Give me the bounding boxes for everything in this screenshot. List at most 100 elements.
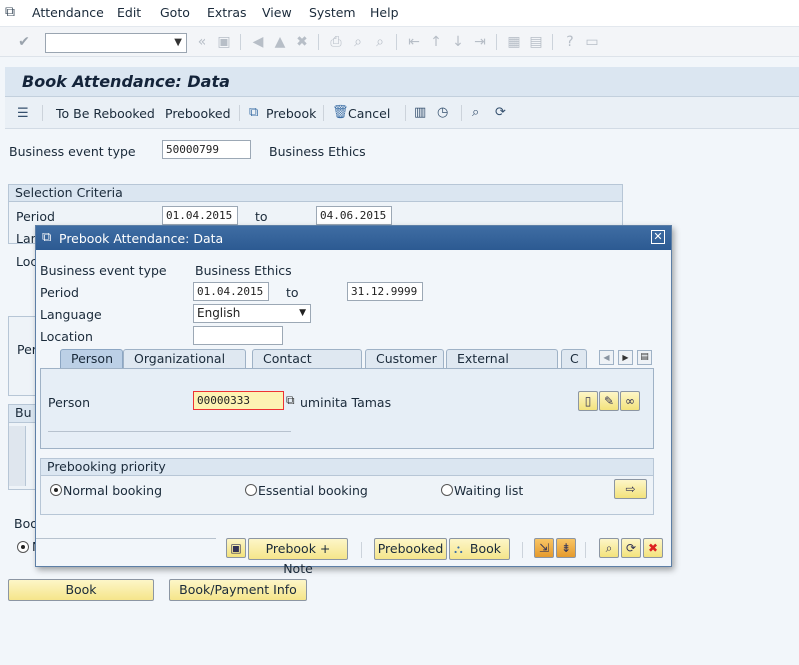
menu-extras[interactable]: Extras: [207, 5, 247, 20]
transfer-icon[interactable]: ⇨: [614, 479, 647, 499]
tab-organizational-unit[interactable]: Organizational unit: [123, 349, 246, 384]
book-button[interactable]: ⛬ Book: [449, 538, 510, 560]
list-icon[interactable]: ☰: [17, 106, 29, 121]
period-from-field[interactable]: 01.04.2015: [162, 206, 238, 225]
clock-icon[interactable]: ◷: [437, 105, 448, 120]
chevron-down-icon[interactable]: ▼: [299, 305, 306, 322]
tab-scroll-left-icon[interactable]: ◀: [599, 350, 614, 365]
find-icon[interactable]: ⌕: [350, 34, 366, 50]
application-toolbar: ☰ To Be Rebooked Prebooked ⧉ Prebook 🗑 C…: [5, 97, 799, 129]
footer-divider: [36, 519, 216, 539]
person-label: Per: [17, 342, 37, 357]
cancel-icon[interactable]: ✖: [643, 538, 663, 558]
first-page-icon[interactable]: ⇤: [406, 34, 422, 50]
enter-icon[interactable]: ✔: [16, 34, 32, 50]
org-structure-icon: ⛬: [454, 541, 463, 556]
tab-person[interactable]: Person: [60, 349, 123, 368]
menu-view[interactable]: View: [262, 5, 292, 20]
selection-criteria-title: Selection Criteria: [9, 185, 622, 202]
period-to-field[interactable]: 04.06.2015: [316, 206, 392, 225]
shortcut-icon[interactable]: ▤: [528, 34, 544, 50]
exit-icon[interactable]: ▲: [272, 34, 288, 50]
bookings-title: Bu: [9, 405, 37, 423]
print-icon[interactable]: ⎙: [328, 34, 344, 50]
refresh-icon[interactable]: ⟳: [621, 538, 641, 558]
dlg-location-field[interactable]: [193, 326, 283, 345]
chevron-down-icon[interactable]: ▼: [174, 37, 182, 48]
table-icon[interactable]: ▥: [414, 105, 426, 120]
back-icon[interactable]: ◀: [250, 34, 266, 50]
prev-page-icon[interactable]: ↑: [428, 34, 444, 50]
copy-icon[interactable]: ⧉: [286, 393, 295, 408]
radio-waiting-list[interactable]: [441, 484, 453, 496]
dlg-event-type-label: Business event type: [40, 263, 167, 278]
dlg-period-label: Period: [40, 285, 79, 300]
next-page-icon[interactable]: ↓: [450, 34, 466, 50]
prebooked-button[interactable]: Prebooked: [374, 538, 447, 560]
page-title: Book Attendance: Data: [22, 72, 230, 91]
dialog-titlebar: ⧉ Prebook Attendance: Data ✕: [36, 226, 671, 250]
period-label: Period: [16, 209, 55, 224]
tab-list-icon[interactable]: ▤: [637, 350, 652, 365]
dlg-language-select[interactable]: English ▼: [193, 304, 311, 323]
period-to-label: to: [255, 209, 268, 224]
book-payment-info-button[interactable]: Book/Payment Info: [169, 579, 307, 601]
menu-goto[interactable]: Goto: [160, 5, 190, 20]
book-button[interactable]: Book: [8, 579, 154, 601]
dlg-period-from-field[interactable]: 01.04.2015: [193, 282, 269, 301]
event-type-code-field[interactable]: 50000799: [162, 140, 251, 159]
dlg-event-type-name: Business Ethics: [195, 263, 292, 278]
details-icon[interactable]: ⌕: [472, 105, 479, 120]
save-icon[interactable]: ▣: [216, 34, 232, 50]
tab-external-person[interactable]: External person: [446, 349, 558, 384]
menu-edit[interactable]: Edit: [117, 5, 141, 20]
new-session-icon[interactable]: ▦: [506, 34, 522, 50]
help-icon[interactable]: ?: [562, 34, 578, 50]
menu-attendance[interactable]: Attendance: [32, 5, 104, 20]
zoom-icon[interactable]: ⌕: [599, 538, 619, 558]
back-arrows-icon[interactable]: «: [194, 34, 210, 50]
menu-help[interactable]: Help: [370, 5, 399, 20]
import-icon[interactable]: ⇲: [534, 538, 554, 558]
tab-contact-person[interactable]: Contact person: [252, 349, 362, 384]
dialog-window-icon: ⧉: [42, 230, 52, 245]
close-icon[interactable]: ✕: [651, 230, 665, 244]
radio-essential-booking[interactable]: [245, 484, 257, 496]
refresh-icon[interactable]: ⟳: [495, 105, 506, 120]
prebook-button[interactable]: Prebook: [266, 106, 316, 121]
layout-icon[interactable]: ▭: [584, 34, 600, 50]
dlg-language-label: Language: [40, 307, 102, 322]
person-number-field[interactable]: 00000333: [193, 391, 284, 410]
dlg-location-label: Location: [40, 329, 93, 344]
system-menu-icon[interactable]: ⧉: [5, 4, 15, 20]
tab-overflow[interactable]: C: [561, 349, 587, 368]
command-field[interactable]: ▼: [45, 33, 187, 53]
booking-radio-normal[interactable]: [17, 541, 29, 553]
glasses-icon[interactable]: ∞: [620, 391, 640, 411]
prebooked-button[interactable]: Prebooked: [165, 106, 231, 121]
new-document-icon[interactable]: ▯: [578, 391, 598, 411]
radio-normal-booking[interactable]: [50, 484, 62, 496]
prebook-note-button[interactable]: Prebook + Note: [248, 538, 348, 576]
tab-customer[interactable]: Customer: [365, 349, 444, 368]
cancel-button[interactable]: Cancel: [348, 106, 390, 121]
tab-scroll-right-icon[interactable]: ▶: [618, 350, 633, 365]
trash-icon[interactable]: 🗑: [332, 105, 349, 120]
prebooking-priority-title: Prebooking priority: [41, 459, 653, 476]
dlg-period-to-field[interactable]: 31.12.9999: [347, 282, 423, 301]
dialog-title: Prebook Attendance: Data: [59, 231, 224, 246]
table-row-selector[interactable]: [9, 426, 26, 486]
last-page-icon[interactable]: ⇥: [472, 34, 488, 50]
to-be-rebooked-button[interactable]: To Be Rebooked: [56, 106, 155, 121]
find-next-icon[interactable]: ⌕: [372, 34, 388, 50]
collapse-icon[interactable]: ⇟: [556, 538, 576, 558]
cancel-icon[interactable]: ✖: [294, 34, 310, 50]
edit-pencil-icon[interactable]: ✎: [599, 391, 619, 411]
prebook-icon[interactable]: ⧉: [249, 105, 258, 120]
save-icon[interactable]: ▣: [226, 538, 246, 558]
radio-essential-booking-label: Essential booking: [258, 483, 368, 498]
radio-waiting-list-label: Waiting list: [454, 483, 524, 498]
prebook-dialog: ⧉ Prebook Attendance: Data ✕ Business ev…: [35, 225, 672, 576]
standard-toolbar: ✔ ▼ « ▣ ◀ ▲ ✖ ⎙ ⌕ ⌕ ⇤ ↑ ↓ ⇥ ▦ ▤ ? ▭: [0, 27, 799, 57]
menu-system[interactable]: System: [309, 5, 356, 20]
